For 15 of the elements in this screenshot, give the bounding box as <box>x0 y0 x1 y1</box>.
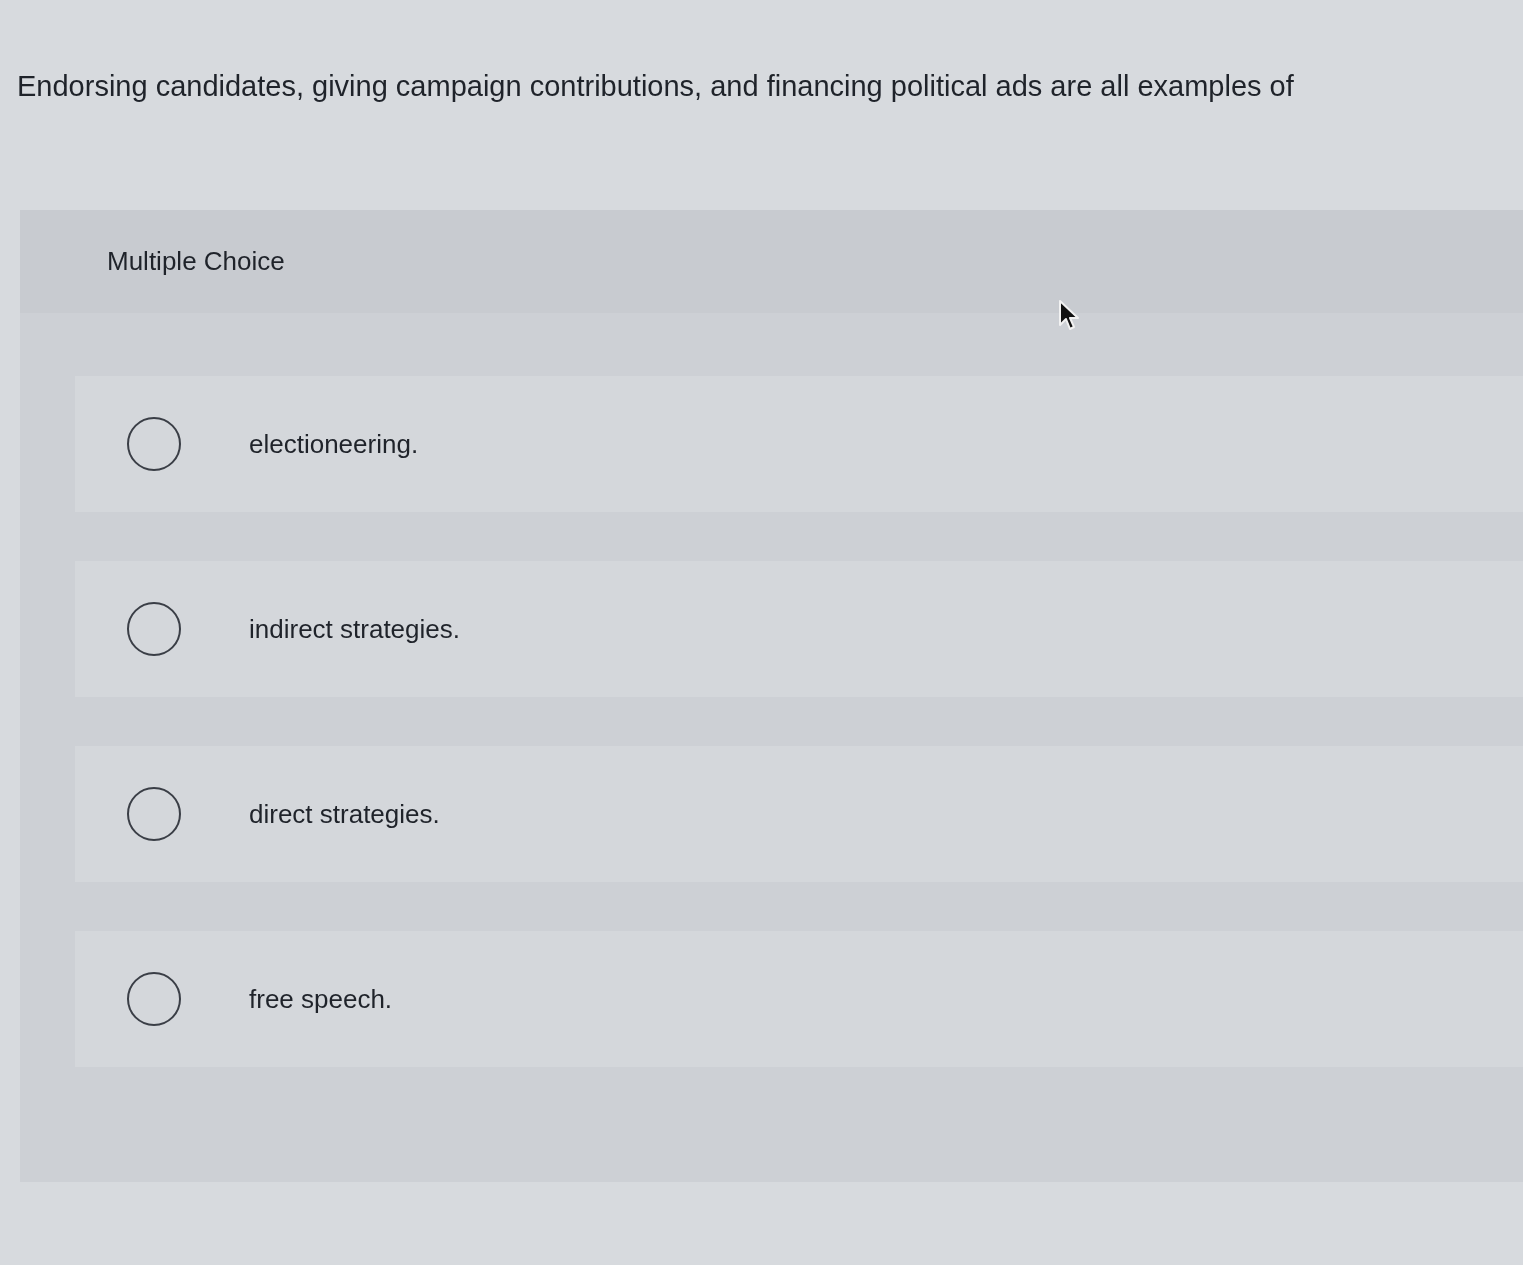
radio-button[interactable] <box>127 417 181 471</box>
answer-option[interactable]: direct strategies. <box>75 746 1523 882</box>
question-type-label: Multiple Choice <box>107 246 285 277</box>
option-text: indirect strategies. <box>249 613 460 645</box>
question-text: Endorsing candidates, giving campaign contributions, and financing political ads are all examples of <box>17 69 1294 104</box>
answer-option[interactable]: free speech. <box>75 931 1523 1067</box>
option-text: electioneering. <box>249 428 419 460</box>
radio-button[interactable] <box>127 602 181 656</box>
radio-button[interactable] <box>127 787 181 841</box>
radio-button[interactable] <box>127 972 181 1026</box>
answer-option[interactable]: electioneering. <box>75 376 1523 512</box>
mouse-pointer-icon <box>1058 299 1080 332</box>
answer-option[interactable]: indirect strategies. <box>75 561 1523 697</box>
option-text: direct strategies. <box>249 798 440 830</box>
option-text: free speech. <box>249 983 393 1015</box>
